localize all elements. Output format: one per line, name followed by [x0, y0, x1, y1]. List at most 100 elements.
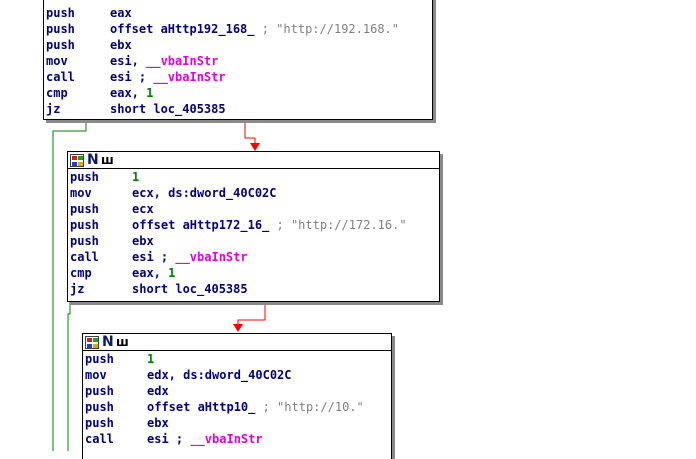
operands: offset aHttp10_ ; "http://10.": [147, 399, 364, 415]
mnemonic: cmp: [46, 86, 68, 100]
instruction-line[interactable]: call esi ; __vbaInStr: [68, 249, 439, 265]
operand-text[interactable]: ebx: [147, 416, 169, 430]
operand-text[interactable]: ebx: [110, 38, 132, 52]
edge-arrowhead-block2: [250, 143, 260, 151]
mnemonic: push: [85, 416, 114, 430]
mnemonic: mov: [85, 368, 107, 382]
operand-text[interactable]: eax,: [110, 86, 146, 100]
mnemonic: mov: [46, 54, 68, 68]
immediate-value: 1: [147, 352, 155, 366]
instruction-line[interactable]: push offset aHttp192_168_ ; "http://192.1…: [44, 21, 432, 37]
operands: ecx: [132, 201, 154, 217]
instruction-line[interactable]: jz short loc_405385: [68, 281, 439, 297]
mnemonic: call: [70, 250, 99, 264]
code-lines: push 1 mov ecx, ds:dword_40C02C push ecx push o…: [68, 169, 439, 297]
mnemonic: push: [70, 234, 99, 248]
operand-text[interactable]: eax,: [132, 266, 168, 280]
operand-text[interactable]: esi,: [110, 54, 146, 68]
instruction-line[interactable]: push ebx: [68, 233, 439, 249]
code-lines: push eax push offset aHttp192_168_ ; "http:…: [44, 0, 432, 117]
instruction-line[interactable]: push 1: [83, 351, 391, 367]
mnemonic: push: [70, 218, 99, 232]
instruction-line[interactable]: jz short loc_405385: [44, 101, 432, 117]
mnemonic: jz: [46, 102, 61, 116]
edge-block2-to-block3[interactable]: [237, 301, 266, 325]
mnemonic: push: [46, 6, 75, 20]
operands: esi, __vbaInStr: [110, 53, 218, 69]
operand-text[interactable]: esi ;: [147, 432, 190, 446]
code-lines: push 1 mov edx, ds:dword_40C02C push edx push o…: [83, 351, 391, 447]
block-header: N ш: [83, 334, 391, 351]
operands: eax, 1: [110, 85, 153, 101]
operands: esi ; __vbaInStr: [132, 249, 248, 265]
operand-text[interactable]: offset aHttp172_16_: [132, 218, 269, 232]
edge-arrowhead-block3: [233, 324, 243, 332]
operands: ebx: [147, 415, 169, 431]
operand-text[interactable]: ebx: [132, 234, 154, 248]
import-name[interactable]: __vbaInStr: [146, 54, 218, 68]
operands: eax: [110, 5, 132, 21]
comment-text: ; "http://10.": [255, 400, 364, 414]
operand-text[interactable]: esi ;: [110, 70, 153, 84]
instruction-line[interactable]: push ecx: [68, 201, 439, 217]
code-block-192-168[interactable]: push eax push offset aHttp192_168_ ; "http:…: [43, 0, 433, 120]
instruction-line[interactable]: mov ecx, ds:dword_40C02C: [68, 185, 439, 201]
graph-overview-icon[interactable]: [70, 153, 84, 167]
import-name[interactable]: __vbaInStr: [175, 250, 247, 264]
operand-text[interactable]: eax: [110, 6, 132, 20]
code-block-172-16[interactable]: N ш push 1 mov ecx, ds:dword_40C02C push ecx p…: [67, 151, 440, 302]
instruction-line[interactable]: call esi ; __vbaInStr: [83, 431, 391, 447]
code-block-10[interactable]: N ш push 1 mov edx, ds:dword_40C02C push edx p…: [82, 333, 392, 459]
mnemonic: call: [46, 70, 75, 84]
mnemonic: call: [85, 432, 114, 446]
comment-text: ; "http://192.168.": [254, 22, 399, 36]
graph-overview-icon[interactable]: [85, 335, 99, 349]
instruction-line[interactable]: push offset aHttp172_16_ ; "http://172.16…: [68, 217, 439, 233]
mnemonic: push: [46, 22, 75, 36]
comment-icon[interactable]: ш: [116, 335, 130, 349]
comment-icon[interactable]: ш: [101, 153, 115, 167]
operands: 1: [132, 169, 139, 185]
block-header: N ш: [68, 152, 439, 169]
instruction-line[interactable]: push ebx: [44, 37, 432, 53]
operands: 1: [147, 351, 154, 367]
instruction-line[interactable]: cmp eax, 1: [44, 85, 432, 101]
operand-text[interactable]: esi ;: [132, 250, 175, 264]
operand-text[interactable]: ecx: [132, 202, 154, 216]
instruction-line[interactable]: call esi ; __vbaInStr: [44, 69, 432, 85]
import-name[interactable]: __vbaInStr: [153, 70, 225, 84]
operands: ebx: [110, 37, 132, 53]
instruction-line[interactable]: cmp eax, 1: [68, 265, 439, 281]
operands: short loc_405385: [132, 281, 248, 297]
instruction-line[interactable]: push offset aHttp10_ ; "http://10.": [83, 399, 391, 415]
mnemonic: push: [70, 170, 99, 184]
operand-text[interactable]: offset aHttp10_: [147, 400, 255, 414]
instruction-line[interactable]: push eax: [44, 5, 432, 21]
operand-text[interactable]: edx: [147, 384, 169, 398]
mnemonic: push: [85, 352, 114, 366]
immediate-value: 1: [168, 266, 176, 280]
mnemonic: push: [85, 384, 114, 398]
operands: short loc_405385: [110, 101, 226, 117]
immediate-value: 1: [132, 170, 140, 184]
operands: esi ; __vbaInStr: [147, 431, 263, 447]
n-rename-icon[interactable]: N: [102, 335, 114, 349]
instruction-line[interactable]: push 1: [68, 169, 439, 185]
instruction-line[interactable]: push edx: [83, 383, 391, 399]
operand-text[interactable]: ecx, ds:dword_40C02C: [132, 186, 277, 200]
import-name[interactable]: __vbaInStr: [190, 432, 262, 446]
operands: offset aHttp192_168_ ; "http://192.168.": [110, 21, 399, 37]
instruction-line[interactable]: mov edx, ds:dword_40C02C: [83, 367, 391, 383]
edge-jz-false-inner[interactable]: [67, 301, 71, 451]
operand-text[interactable]: short loc_405385: [110, 102, 226, 116]
instruction-line[interactable]: push ebx: [83, 415, 391, 431]
instruction-line[interactable]: mov esi, __vbaInStr: [44, 53, 432, 69]
operands: ecx, ds:dword_40C02C: [132, 185, 277, 201]
mnemonic: push: [46, 38, 75, 52]
operand-text[interactable]: offset aHttp192_168_: [110, 22, 255, 36]
operands: offset aHttp172_16_ ; "http://172.16.": [132, 217, 407, 233]
operand-text[interactable]: edx, ds:dword_40C02C: [147, 368, 292, 382]
n-rename-icon[interactable]: N: [87, 153, 99, 167]
operand-text[interactable]: short loc_405385: [132, 282, 248, 296]
edge-block1-to-block2[interactable]: [244, 120, 256, 144]
